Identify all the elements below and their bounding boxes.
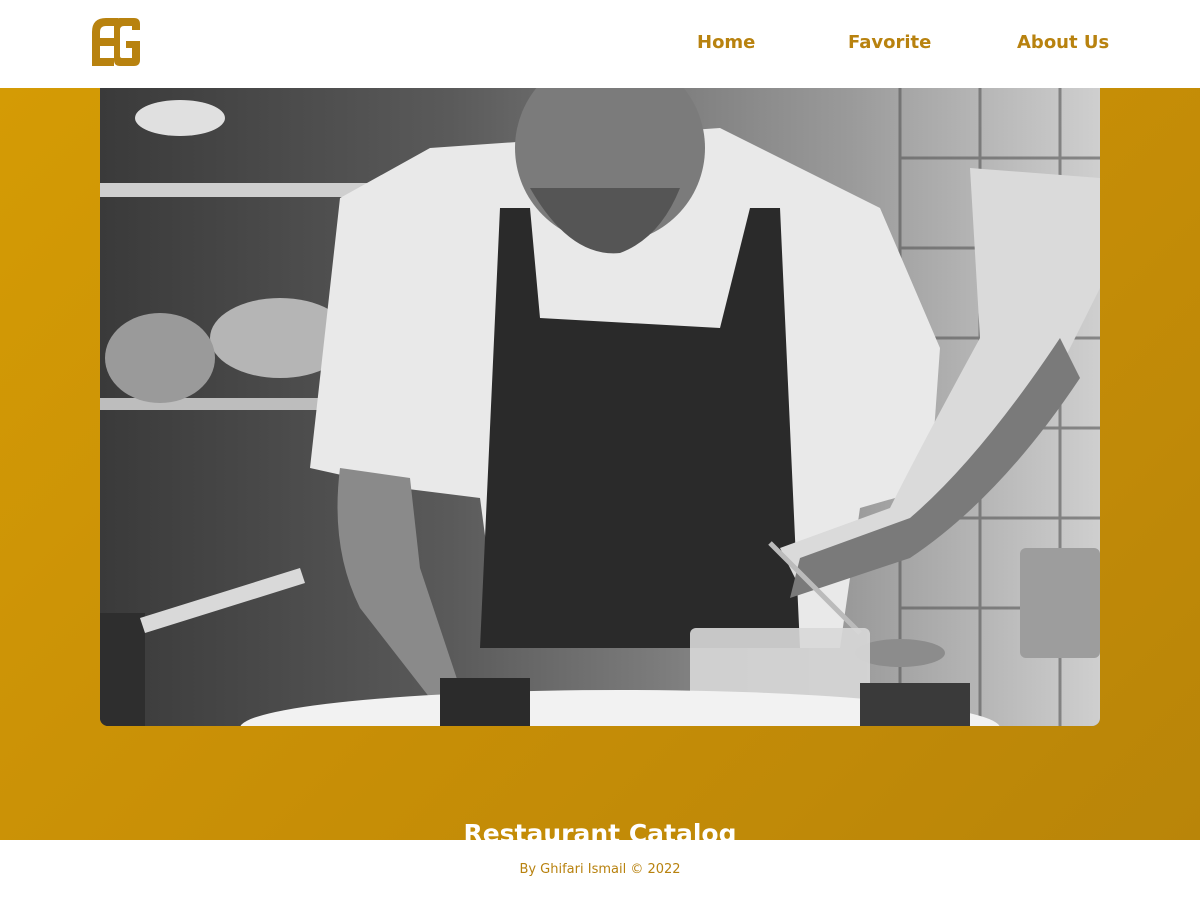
- site-footer: By Ghifari Ismail © 2022: [0, 840, 1200, 900]
- hero-section: Restaurant Catalog: [0, 88, 1200, 848]
- hero-chef-image: [100, 88, 1100, 726]
- site-header: Home Favorite About Us: [0, 0, 1200, 88]
- copyright-text: By Ghifari Ismail © 2022: [519, 862, 681, 877]
- nav-favorite-link[interactable]: Favorite: [848, 32, 931, 54]
- nav-home-link[interactable]: Home: [697, 32, 755, 54]
- nav-about-us-link[interactable]: About Us: [1017, 32, 1109, 54]
- main-nav: Home Favorite About Us: [0, 0, 1200, 88]
